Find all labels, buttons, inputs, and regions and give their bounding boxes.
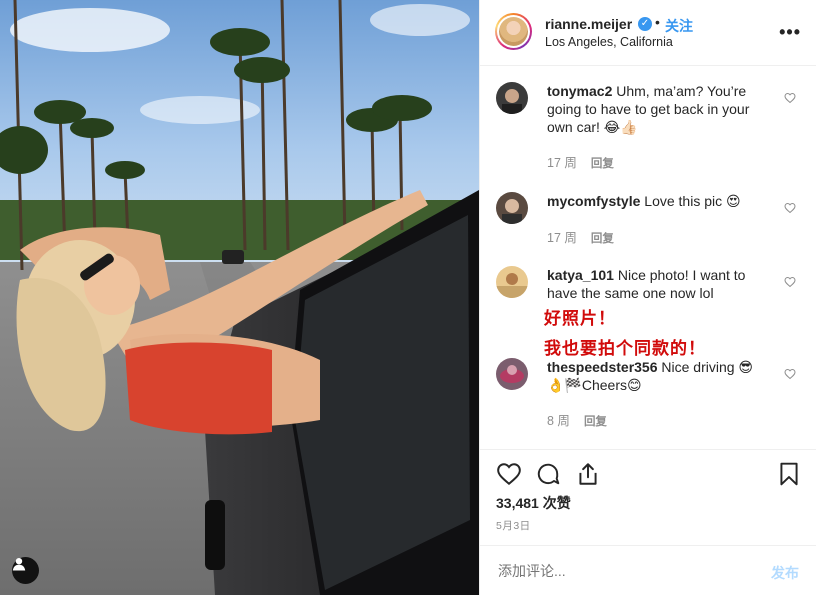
comment-time: 17 周: [547, 231, 577, 245]
post-date: 5月3日: [496, 520, 531, 532]
commenter-avatar[interactable]: [496, 358, 528, 390]
like-comment-heart-icon[interactable]: [784, 368, 796, 380]
author-username[interactable]: rianne.meijer: [545, 16, 632, 32]
author-avatar[interactable]: [495, 13, 532, 50]
post-header: rianne.meijer ✓ • 关注 Los Angeles, Califo…: [480, 0, 816, 66]
comment-time: 8 周: [547, 414, 570, 428]
like-comment-heart-icon[interactable]: [784, 202, 796, 214]
like-heart-icon[interactable]: [496, 461, 522, 487]
follow-button[interactable]: 关注: [665, 16, 693, 36]
avatar-image: [499, 17, 528, 46]
post-photo[interactable]: [0, 0, 479, 595]
bookmark-icon[interactable]: [776, 461, 802, 487]
commenter-username[interactable]: thespeedster356: [547, 359, 658, 375]
add-comment-bar: 发布: [480, 545, 816, 595]
more-options-icon[interactable]: •••: [779, 22, 801, 43]
like-comment-heart-icon[interactable]: [784, 92, 796, 104]
like-count[interactable]: 33,481 次赞: [496, 493, 571, 513]
commenter-username[interactable]: mycomfystyle: [547, 193, 640, 209]
commenter-avatar[interactable]: [496, 266, 528, 298]
add-comment-input[interactable]: [496, 562, 740, 580]
post-detail-panel: rianne.meijer ✓ • 关注 Los Angeles, Califo…: [479, 0, 816, 595]
commenter-username[interactable]: katya_101: [547, 267, 614, 283]
commenter-avatar[interactable]: [496, 82, 528, 114]
post-location[interactable]: Los Angeles, California: [545, 35, 673, 49]
post-comment-button[interactable]: 发布: [771, 563, 799, 583]
person-icon: [12, 558, 26, 571]
comment-bubble-icon[interactable]: [535, 461, 561, 487]
translation-overlay-line1: 好照片！: [544, 309, 616, 329]
tagged-people-button[interactable]: [12, 557, 39, 584]
reply-button[interactable]: 回复: [591, 158, 614, 170]
comment-time: 17 周: [547, 156, 577, 170]
comment-text: Love this pic 😍: [640, 193, 741, 209]
commenter-username[interactable]: tonymac2: [547, 83, 612, 99]
separator-dot: •: [655, 14, 660, 30]
reply-button[interactable]: 回复: [591, 233, 614, 245]
share-icon[interactable]: [575, 461, 601, 487]
like-comment-heart-icon[interactable]: [784, 276, 796, 288]
photo-illustration: [0, 0, 479, 595]
reply-button[interactable]: 回复: [584, 416, 607, 428]
verified-badge-icon: ✓: [638, 17, 652, 31]
commenter-avatar[interactable]: [496, 192, 528, 224]
translation-overlay-line2: 我也要拍个同款的！: [544, 339, 706, 359]
